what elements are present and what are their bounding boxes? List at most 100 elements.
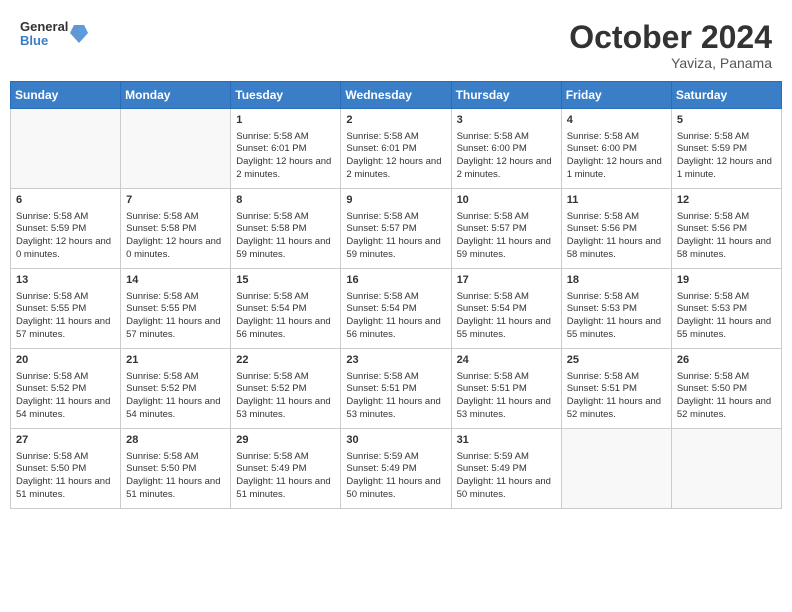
day-number: 14 <box>126 273 225 288</box>
day-info: Sunrise: 5:58 AM Sunset: 5:58 PM Dayligh… <box>126 211 225 262</box>
day-number: 20 <box>16 353 115 368</box>
day-info: Sunrise: 5:58 AM Sunset: 6:01 PM Dayligh… <box>236 131 335 182</box>
logo-icon <box>70 23 88 45</box>
day-info: Sunrise: 5:58 AM Sunset: 5:54 PM Dayligh… <box>346 291 445 342</box>
calendar-cell: 28 Sunrise: 5:58 AM Sunset: 5:50 PM Dayli… <box>121 429 231 509</box>
day-number: 11 <box>567 193 666 208</box>
day-info: Sunrise: 5:58 AM Sunset: 5:54 PM Dayligh… <box>236 291 335 342</box>
day-number: 12 <box>677 193 776 208</box>
calendar-cell: 18 Sunrise: 5:58 AM Sunset: 5:53 PM Dayli… <box>561 269 671 349</box>
logo-general-text: General <box>20 20 68 34</box>
calendar-cell: 24 Sunrise: 5:58 AM Sunset: 5:51 PM Dayli… <box>451 349 561 429</box>
day-number: 31 <box>457 433 556 448</box>
weekday-header-tuesday: Tuesday <box>231 82 341 109</box>
day-number: 17 <box>457 273 556 288</box>
day-number: 28 <box>126 433 225 448</box>
day-info: Sunrise: 5:58 AM Sunset: 5:59 PM Dayligh… <box>16 211 115 262</box>
calendar-cell: 25 Sunrise: 5:58 AM Sunset: 5:51 PM Dayli… <box>561 349 671 429</box>
day-number: 19 <box>677 273 776 288</box>
day-number: 4 <box>567 113 666 128</box>
calendar-week-row: 27 Sunrise: 5:58 AM Sunset: 5:50 PM Dayli… <box>11 429 782 509</box>
day-info: Sunrise: 5:58 AM Sunset: 5:50 PM Dayligh… <box>126 451 225 502</box>
day-info: Sunrise: 5:58 AM Sunset: 6:00 PM Dayligh… <box>567 131 666 182</box>
calendar-cell: 31 Sunrise: 5:59 AM Sunset: 5:49 PM Dayli… <box>451 429 561 509</box>
day-info: Sunrise: 5:58 AM Sunset: 5:58 PM Dayligh… <box>236 211 335 262</box>
day-info: Sunrise: 5:59 AM Sunset: 5:49 PM Dayligh… <box>346 451 445 502</box>
weekday-header-wednesday: Wednesday <box>341 82 451 109</box>
day-info: Sunrise: 5:58 AM Sunset: 5:52 PM Dayligh… <box>236 371 335 422</box>
day-info: Sunrise: 5:58 AM Sunset: 6:00 PM Dayligh… <box>457 131 556 182</box>
day-info: Sunrise: 5:58 AM Sunset: 5:51 PM Dayligh… <box>457 371 556 422</box>
calendar-cell: 13 Sunrise: 5:58 AM Sunset: 5:55 PM Dayli… <box>11 269 121 349</box>
calendar-cell: 22 Sunrise: 5:58 AM Sunset: 5:52 PM Dayli… <box>231 349 341 429</box>
logo-blue-text: Blue <box>20 34 68 48</box>
day-number: 8 <box>236 193 335 208</box>
calendar-cell: 23 Sunrise: 5:58 AM Sunset: 5:51 PM Dayli… <box>341 349 451 429</box>
day-number: 29 <box>236 433 335 448</box>
calendar-cell: 27 Sunrise: 5:58 AM Sunset: 5:50 PM Dayli… <box>11 429 121 509</box>
day-info: Sunrise: 5:58 AM Sunset: 5:53 PM Dayligh… <box>677 291 776 342</box>
day-info: Sunrise: 5:58 AM Sunset: 5:57 PM Dayligh… <box>457 211 556 262</box>
weekday-header-thursday: Thursday <box>451 82 561 109</box>
day-number: 24 <box>457 353 556 368</box>
day-number: 22 <box>236 353 335 368</box>
weekday-header-saturday: Saturday <box>671 82 781 109</box>
day-info: Sunrise: 5:58 AM Sunset: 5:53 PM Dayligh… <box>567 291 666 342</box>
calendar-cell: 1 Sunrise: 5:58 AM Sunset: 6:01 PM Daylig… <box>231 109 341 189</box>
calendar-cell: 14 Sunrise: 5:58 AM Sunset: 5:55 PM Dayli… <box>121 269 231 349</box>
weekday-header-row: SundayMondayTuesdayWednesdayThursdayFrid… <box>11 82 782 109</box>
day-info: Sunrise: 5:59 AM Sunset: 5:49 PM Dayligh… <box>457 451 556 502</box>
calendar-cell: 8 Sunrise: 5:58 AM Sunset: 5:58 PM Daylig… <box>231 189 341 269</box>
calendar-cell: 3 Sunrise: 5:58 AM Sunset: 6:00 PM Daylig… <box>451 109 561 189</box>
day-number: 25 <box>567 353 666 368</box>
day-info: Sunrise: 5:58 AM Sunset: 5:49 PM Dayligh… <box>236 451 335 502</box>
day-number: 26 <box>677 353 776 368</box>
weekday-header-friday: Friday <box>561 82 671 109</box>
calendar-cell: 12Sunrise: 5:58 AM Sunset: 5:56 PM Dayli… <box>671 189 781 269</box>
day-number: 21 <box>126 353 225 368</box>
day-info: Sunrise: 5:58 AM Sunset: 5:57 PM Dayligh… <box>346 211 445 262</box>
day-info: Sunrise: 5:58 AM Sunset: 5:52 PM Dayligh… <box>16 371 115 422</box>
calendar-cell: 2Sunrise: 5:58 AM Sunset: 6:01 PM Daylig… <box>341 109 451 189</box>
page-header: General Blue October 2024 Yaviza, Panama <box>10 10 782 76</box>
day-info: Sunrise: 5:58 AM Sunset: 5:55 PM Dayligh… <box>126 291 225 342</box>
calendar-cell: 17 Sunrise: 5:58 AM Sunset: 5:54 PM Dayli… <box>451 269 561 349</box>
day-number: 3 <box>457 113 556 128</box>
day-number: 18 <box>567 273 666 288</box>
day-info: Sunrise: 5:58 AM Sunset: 5:50 PM Dayligh… <box>677 371 776 422</box>
day-info: Sunrise: 5:58 AM Sunset: 6:01 PM Dayligh… <box>346 131 445 182</box>
calendar-cell <box>121 109 231 189</box>
day-number: 5 <box>677 113 776 128</box>
day-number: 7 <box>126 193 225 208</box>
calendar-cell: 21 Sunrise: 5:58 AM Sunset: 5:52 PM Dayli… <box>121 349 231 429</box>
day-number: 13 <box>16 273 115 288</box>
day-number: 23 <box>346 353 445 368</box>
day-info: Sunrise: 5:58 AM Sunset: 5:50 PM Dayligh… <box>16 451 115 502</box>
day-number: 1 <box>236 113 335 128</box>
calendar-cell: 29 Sunrise: 5:58 AM Sunset: 5:49 PM Dayli… <box>231 429 341 509</box>
weekday-header-monday: Monday <box>121 82 231 109</box>
calendar-cell: 7 Sunrise: 5:58 AM Sunset: 5:58 PM Daylig… <box>121 189 231 269</box>
day-info: Sunrise: 5:58 AM Sunset: 5:51 PM Dayligh… <box>567 371 666 422</box>
calendar-cell: 10Sunrise: 5:58 AM Sunset: 5:57 PM Dayli… <box>451 189 561 269</box>
day-number: 15 <box>236 273 335 288</box>
calendar-week-row: 6Sunrise: 5:58 AM Sunset: 5:59 PM Daylig… <box>11 189 782 269</box>
calendar-cell <box>671 429 781 509</box>
day-number: 30 <box>346 433 445 448</box>
logo: General Blue <box>20 20 88 49</box>
day-info: Sunrise: 5:58 AM Sunset: 5:52 PM Dayligh… <box>126 371 225 422</box>
calendar-cell: 15 Sunrise: 5:58 AM Sunset: 5:54 PM Dayli… <box>231 269 341 349</box>
calendar-cell: 4 Sunrise: 5:58 AM Sunset: 6:00 PM Daylig… <box>561 109 671 189</box>
calendar-cell <box>561 429 671 509</box>
calendar-cell: 6Sunrise: 5:58 AM Sunset: 5:59 PM Daylig… <box>11 189 121 269</box>
calendar-week-row: 20 Sunrise: 5:58 AM Sunset: 5:52 PM Dayli… <box>11 349 782 429</box>
calendar-week-row: 13 Sunrise: 5:58 AM Sunset: 5:55 PM Dayli… <box>11 269 782 349</box>
day-number: 27 <box>16 433 115 448</box>
day-number: 9 <box>346 193 445 208</box>
calendar-cell: 19 Sunrise: 5:58 AM Sunset: 5:53 PM Dayli… <box>671 269 781 349</box>
calendar-cell: 26 Sunrise: 5:58 AM Sunset: 5:50 PM Dayli… <box>671 349 781 429</box>
day-info: Sunrise: 5:58 AM Sunset: 5:55 PM Dayligh… <box>16 291 115 342</box>
day-info: Sunrise: 5:58 AM Sunset: 5:51 PM Dayligh… <box>346 371 445 422</box>
day-info: Sunrise: 5:58 AM Sunset: 5:54 PM Dayligh… <box>457 291 556 342</box>
calendar-week-row: 1 Sunrise: 5:58 AM Sunset: 6:01 PM Daylig… <box>11 109 782 189</box>
